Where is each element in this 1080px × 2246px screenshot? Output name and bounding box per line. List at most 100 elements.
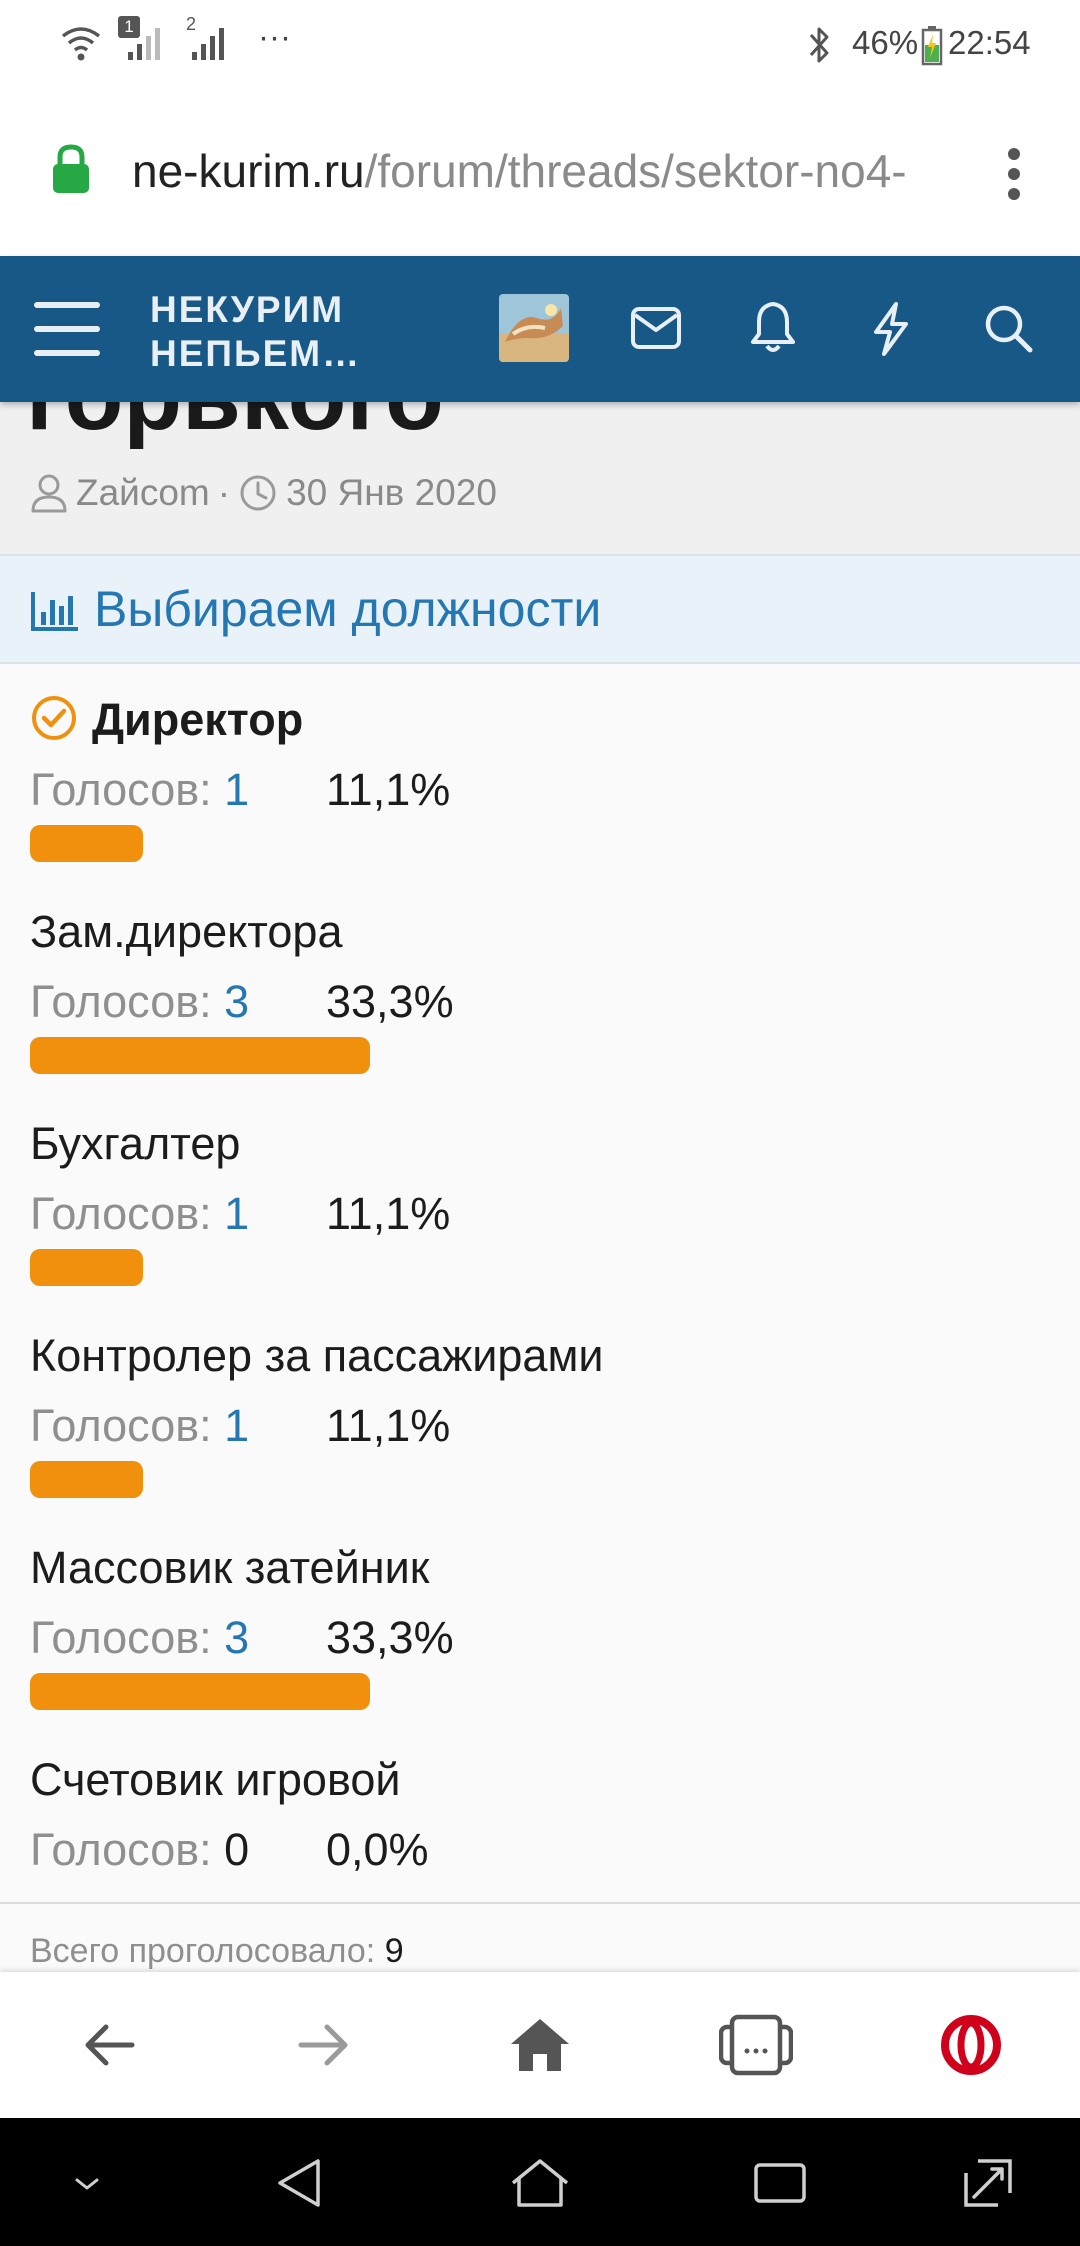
signal-icon [192,28,224,60]
option-label: Массовик затейник [30,1542,430,1593]
hide-nav-button[interactable] [52,2148,122,2218]
search-icon[interactable] [982,302,1034,354]
option-label: Контролер за пассажирами [30,1330,604,1381]
avatar[interactable] [499,294,569,362]
votes-count[interactable]: 1 [224,1400,249,1451]
battery-percent: 46% [852,24,919,61]
android-nav-bar [0,2118,1080,2246]
nav-back-button[interactable] [265,2148,335,2218]
poll-results: Директор Голосов: 1 11,1% Зам.директора … [0,664,1080,1904]
votes-line: Голосов: 3 [30,976,249,1028]
kebab-menu-icon[interactable] [996,144,1032,204]
votes-count[interactable]: 1 [224,1188,249,1239]
nav-recents-button[interactable] [745,2148,815,2218]
poll-footer: Всего проголосовало: 9 [0,1902,1080,1974]
opera-icon [941,2015,1001,2075]
votes-line: Голосов: 3 [30,1612,249,1664]
option-label: Зам.директора [30,906,343,957]
nav-home-button[interactable] [505,2148,575,2218]
thread-author[interactable]: Zайcom [76,472,210,514]
tabs-icon [719,2014,793,2076]
back-triangle-icon [278,2159,320,2207]
thread-title: горького [26,402,444,452]
votes-count[interactable]: 3 [224,976,249,1027]
avatar-image [499,294,569,362]
signal-icon [128,28,160,60]
status-more: ··· [258,18,291,55]
url-path: /forum/threads/sektor-no4- [364,145,907,197]
total-voters: Всего проголосовало: 9 [30,1932,404,1971]
url-text[interactable]: ne-kurim.ru/forum/threads/sektor-no4- [132,144,962,198]
votes-count: 0 [224,1824,250,1875]
poll-option: Зам.директора Голосов: 3 33,3% [0,876,1080,1088]
votes-label: Голосов: [30,1400,212,1451]
home-button[interactable] [495,2000,585,2090]
wifi-icon [61,27,101,61]
nav-rotate-button[interactable] [953,2148,1023,2218]
forward-button[interactable] [279,2000,369,2090]
url-domain: ne-kurim.ru [132,145,365,197]
address-bar[interactable]: ne-kurim.ru/forum/threads/sektor-no4- [0,92,1080,256]
option-percent: 11,1% [326,1188,451,1239]
poll-option: Массовик затейник Голосов: 3 33,3% [0,1512,1080,1724]
user-icon [31,474,67,513]
votes-label: Голосов: [30,1188,212,1239]
battery-icon [921,26,943,66]
home-icon [511,2019,569,2071]
bell-icon[interactable] [750,300,796,354]
option-label: Директор [92,694,304,745]
chevron-down-icon [75,2178,99,2190]
option-percent: 11,1% [326,1400,451,1451]
lock-icon [53,144,89,193]
bar-chart-icon [31,592,78,631]
bluetooth-icon [809,27,829,63]
status-bar: 1 2 ··· 46% 22:54 [0,0,1080,92]
poll-option: Бухгалтер Голосов: 1 11,1% [0,1088,1080,1300]
hamburger-icon[interactable] [34,300,100,358]
votes-label: Голосов: [30,1612,212,1663]
result-bar [30,1249,143,1286]
home-house-icon [511,2159,569,2207]
votes-line: Голосов: 1 [30,1400,249,1452]
option-label: Счетовик игровой [30,1754,401,1805]
result-bar [30,1037,370,1074]
total-count: 9 [384,1932,404,1970]
check-circle-icon [32,696,76,740]
thread-meta: Zайcom · 30 Янв 2020 [30,472,497,514]
clock-icon [240,475,276,511]
votes-count[interactable]: 3 [224,1612,249,1663]
votes-line: Голосов: 1 [30,1188,249,1240]
option-percent: 0,0% [326,1824,429,1875]
forum-header: НЕКУРИМ НЕПЬЕМ… [0,256,1080,402]
logo-line2: НЕПЬЕМ… [150,333,362,374]
site-logo[interactable]: НЕКУРИМ НЕПЬЕМ… [150,288,361,376]
option-percent: 33,3% [326,976,454,1027]
clock-time: 22:54 [948,24,1031,61]
mail-icon[interactable] [630,306,682,350]
tabs-button[interactable] [711,2000,801,2090]
option-percent: 11,1% [326,764,451,815]
back-arrow-icon [85,2024,135,2066]
recents-icon [754,2163,806,2203]
votes-label: Голосов: [30,1824,212,1875]
result-bar [30,1673,370,1710]
thread-date[interactable]: 30 Янв 2020 [286,472,497,514]
forward-arrow-icon [298,2024,348,2066]
poll-header: Выбираем должности [0,554,1080,664]
back-button[interactable] [64,2000,154,2090]
result-bar [30,825,143,862]
option-label: Бухгалтер [30,1118,241,1169]
logo-line1: НЕКУРИМ [150,289,345,330]
votes-line: Голосов: 1 [30,764,249,816]
poll-title: Выбираем должности [94,581,602,637]
lightning-icon[interactable] [868,300,912,358]
option-percent: 33,3% [326,1612,454,1663]
opera-menu-button[interactable] [926,2000,1016,2090]
thread-title-area: горького Zайcom · 30 Янв 2020 [0,402,1080,554]
total-label: Всего проголосовало: [30,1932,376,1970]
votes-count[interactable]: 1 [224,764,249,815]
result-bar [30,1461,143,1498]
votes-line: Голосов: 0 [30,1824,249,1876]
votes-label: Голосов: [30,764,212,815]
poll-option: Контролер за пассажирами Голосов: 1 11,1… [0,1300,1080,1512]
